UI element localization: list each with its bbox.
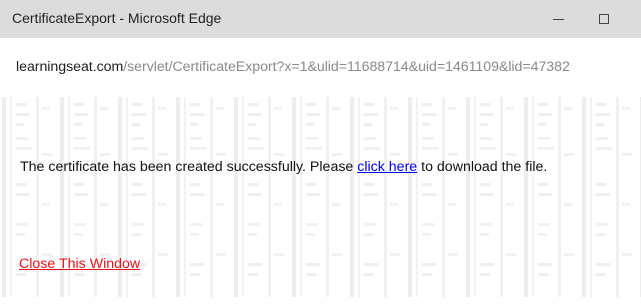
browser-popup-window: CertificateExport - Microsoft Edge learn… (0, 0, 641, 305)
address-bar[interactable]: learningseat.com/servlet/CertificateExpo… (0, 38, 641, 93)
url-host: learningseat.com (16, 59, 124, 75)
maximize-icon (599, 14, 609, 24)
download-link[interactable]: click here (357, 159, 417, 175)
minimize-button[interactable] (535, 0, 581, 38)
success-message: The certificate has been created success… (20, 159, 547, 175)
page-content: The certificate has been created success… (0, 93, 641, 305)
url-display[interactable]: learningseat.com/servlet/CertificateExpo… (16, 59, 570, 75)
title-bar[interactable]: CertificateExport - Microsoft Edge (0, 0, 641, 38)
window-title: CertificateExport - Microsoft Edge (12, 10, 222, 26)
message-text-before: The certificate has been created success… (20, 159, 358, 175)
maximize-button[interactable] (581, 0, 627, 38)
minimize-icon (552, 18, 564, 20)
message-text-after: to download the file. (417, 159, 548, 175)
url-path: /servlet/CertificateExport?x=1&ulid=1168… (123, 59, 570, 75)
background-watermark (0, 93, 641, 305)
close-window-link[interactable]: Close This Window (19, 256, 140, 272)
